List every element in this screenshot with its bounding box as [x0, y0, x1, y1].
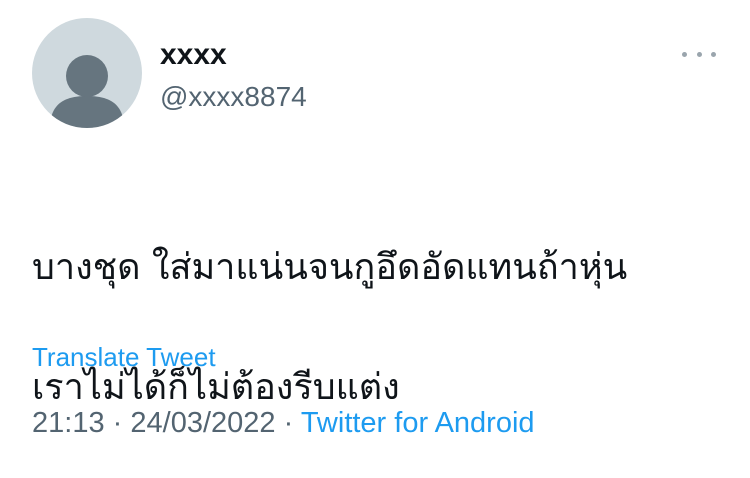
author-handle[interactable]: @xxxx8874	[160, 82, 307, 112]
tweet-time[interactable]: 21:13	[32, 407, 105, 439]
translate-tweet-link[interactable]: Translate Tweet	[32, 342, 216, 372]
more-dot	[682, 51, 687, 57]
tweet-date[interactable]: 24/03/2022	[130, 407, 275, 439]
author-display-name[interactable]: xxxx	[160, 40, 227, 70]
tweet-source-link[interactable]: Twitter for Android	[301, 407, 535, 439]
meta-separator: ·	[112, 407, 123, 439]
tweet-card: xxxx @xxxx8874 บางชุด ใส่มาแน่นจนกูอึดอั…	[0, 0, 750, 470]
more-options-icon[interactable]	[682, 48, 716, 60]
tweet-text-line: บางชุด ใส่มาแน่นจนกูอึดอัดแทนถ้าหุ่น	[32, 247, 628, 288]
default-avatar-icon	[50, 55, 124, 128]
tweet-metadata: 21:13 · 24/03/2022 · Twitter for Android	[32, 406, 535, 440]
more-dot	[711, 51, 716, 57]
meta-separator: ·	[283, 407, 294, 439]
avatar[interactable]	[32, 18, 142, 128]
more-dot	[696, 51, 702, 57]
